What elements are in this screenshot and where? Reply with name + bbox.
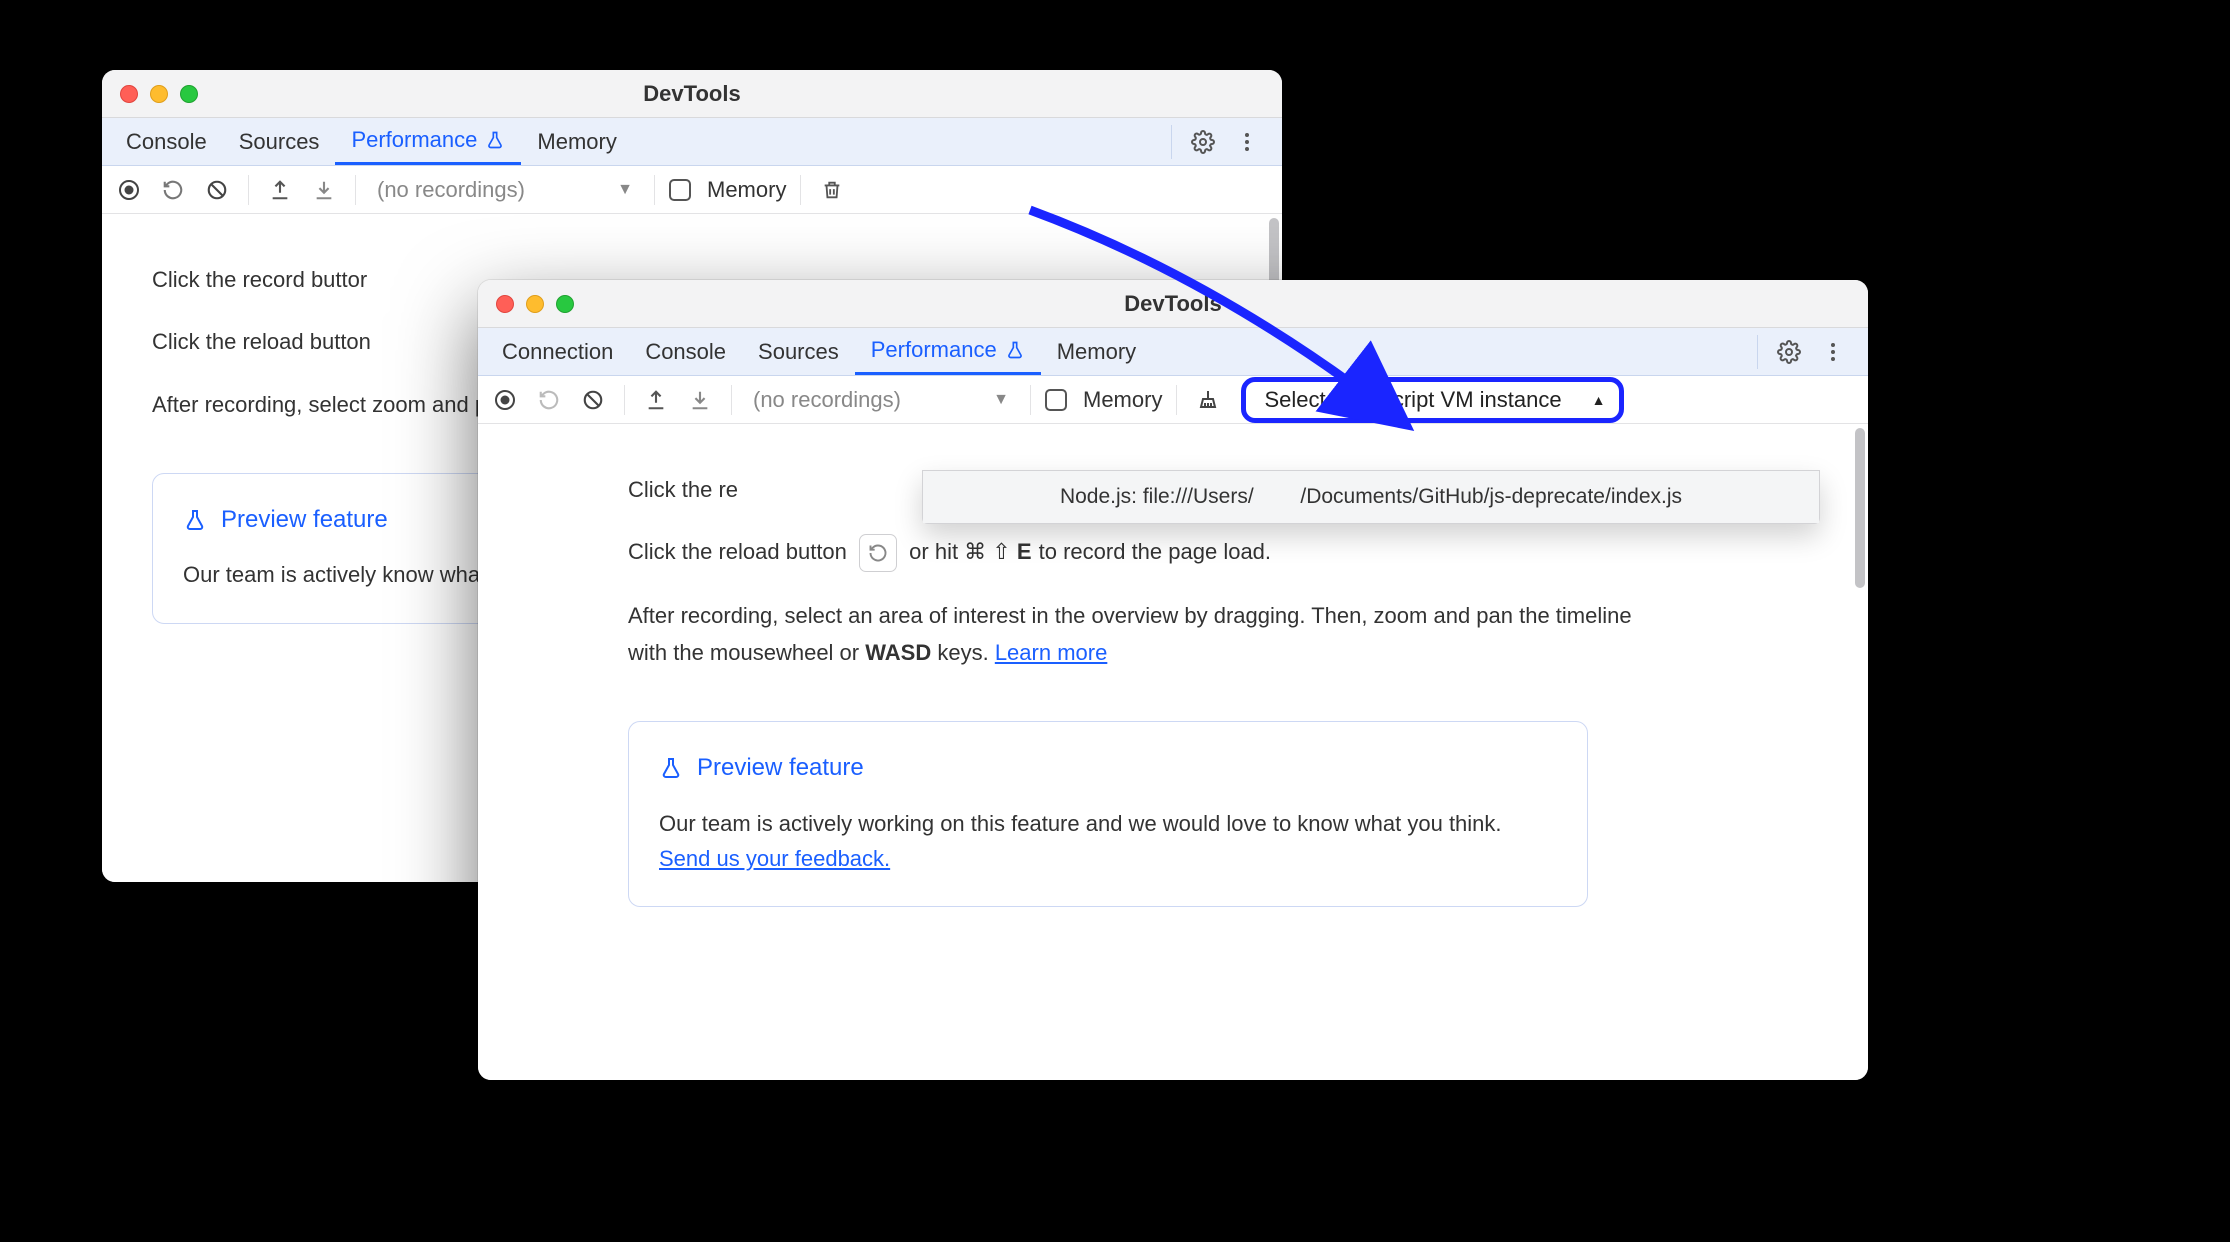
flask-icon (659, 756, 683, 780)
memory-label: Memory (707, 177, 786, 203)
tab-bar: Console Sources Performance Memory (102, 118, 1282, 166)
window-title: DevTools (478, 291, 1868, 317)
preview-feature-box: Preview feature Our team is actively wor… (628, 721, 1588, 907)
record-icon[interactable] (112, 173, 146, 207)
tab-console[interactable]: Console (629, 328, 742, 375)
download-icon[interactable] (683, 383, 717, 417)
recordings-combo[interactable]: (no recordings) ▼ (370, 176, 640, 204)
feedback-link[interactable]: Send us your feedback. (659, 846, 890, 871)
upload-icon[interactable] (263, 173, 297, 207)
text: or hit ⌘ ⇧ (909, 539, 1017, 564)
reload-icon[interactable] (532, 383, 566, 417)
preview-title: Preview feature (697, 748, 864, 788)
trash-icon[interactable] (815, 173, 849, 207)
scrollbar[interactable] (1855, 428, 1865, 588)
gear-icon[interactable] (1186, 125, 1220, 159)
download-icon[interactable] (307, 173, 341, 207)
vm-instance-option[interactable]: Node.js: file:///Users/ /Documents/GitHu… (923, 471, 1819, 523)
preview-body: Our team is actively working on this fea… (659, 806, 1557, 876)
chevron-down-icon: ▼ (617, 181, 633, 199)
cancel-icon[interactable] (200, 173, 234, 207)
tab-sources[interactable]: Sources (742, 328, 855, 375)
flask-icon (183, 508, 207, 532)
memory-label: Memory (1083, 387, 1162, 413)
text: After recording, select an area of inter… (628, 603, 1632, 664)
chevron-down-icon: ▼ (993, 391, 1009, 409)
devtools-window-front: DevTools Connection Console Sources Perf… (478, 280, 1868, 1080)
flask-icon (1005, 340, 1025, 360)
tab-memory[interactable]: Memory (521, 118, 632, 165)
text: Our team is actively working on this fea… (659, 811, 1502, 836)
flask-icon (485, 130, 505, 150)
shortcut-key: E (1017, 539, 1033, 564)
combo-label: (no recordings) (753, 387, 901, 413)
hint-after: After recording, select an area of inter… (628, 598, 1658, 671)
kebab-icon[interactable] (1816, 335, 1850, 369)
text: keys. (931, 640, 995, 665)
tab-label: Performance (871, 337, 997, 363)
hint-reload: Click the reload button or hit ⌘ ⇧ E to … (628, 534, 1658, 572)
tab-label: Performance (351, 127, 477, 153)
reload-icon (859, 534, 897, 572)
titlebar: DevTools (478, 280, 1868, 328)
kebab-icon[interactable] (1230, 125, 1264, 159)
memory-checkbox[interactable] (1045, 389, 1067, 411)
gear-icon[interactable] (1772, 335, 1806, 369)
tab-bar: Connection Console Sources Performance M… (478, 328, 1868, 376)
vm-select-label: Select JavaScript VM instance (1264, 387, 1561, 413)
tab-sources[interactable]: Sources (223, 118, 336, 165)
reload-icon[interactable] (156, 173, 190, 207)
tab-performance[interactable]: Performance (335, 118, 521, 165)
upload-icon[interactable] (639, 383, 673, 417)
tab-memory[interactable]: Memory (1041, 328, 1152, 375)
window-title: DevTools (102, 81, 1282, 107)
performance-toolbar: (no recordings) ▼ Memory (102, 166, 1282, 214)
chevron-up-icon: ▲ (1592, 392, 1606, 408)
performance-toolbar: (no recordings) ▼ Memory Select JavaScri… (478, 376, 1868, 424)
record-icon[interactable] (488, 383, 522, 417)
vm-instance-dropdown[interactable]: Node.js: file:///Users/ /Documents/GitHu… (922, 470, 1820, 524)
titlebar: DevTools (102, 70, 1282, 118)
tab-console[interactable]: Console (110, 118, 223, 165)
learn-more-link[interactable]: Learn more (995, 640, 1108, 665)
text: to record the page load. (1033, 539, 1272, 564)
preview-title: Preview feature (221, 500, 388, 540)
wasd-text: WASD (865, 640, 931, 665)
recordings-combo[interactable]: (no recordings) ▼ (746, 386, 1016, 414)
memory-checkbox[interactable] (669, 179, 691, 201)
cancel-icon[interactable] (576, 383, 610, 417)
tab-performance[interactable]: Performance (855, 328, 1041, 375)
vm-instance-select[interactable]: Select JavaScript VM instance ▲ (1241, 377, 1624, 423)
combo-label: (no recordings) (377, 177, 525, 203)
broom-icon[interactable] (1191, 383, 1225, 417)
text: Click the reload button (628, 539, 847, 564)
tab-connection[interactable]: Connection (486, 328, 629, 375)
